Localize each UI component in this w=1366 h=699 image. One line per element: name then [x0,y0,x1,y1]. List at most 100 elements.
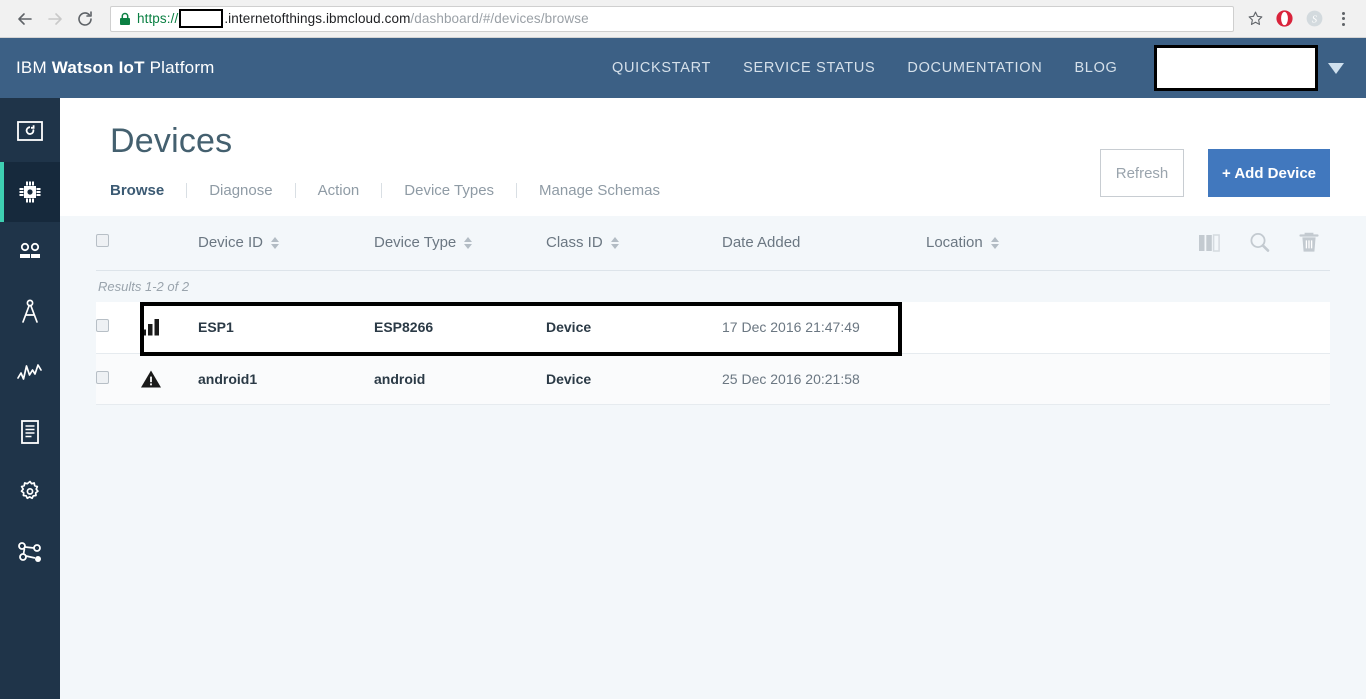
cell-class-id: Device [546,302,722,354]
nav-service-status[interactable]: SERVICE STATUS [743,60,875,76]
search-icon[interactable] [1248,231,1272,255]
status-icon-header [140,216,198,271]
compass-drafting-icon [19,299,41,325]
tab-manage-schemas[interactable]: Manage Schemas [516,183,682,198]
brand-bold: Watson IoT [51,58,145,77]
tab-device-types[interactable]: Device Types [381,183,516,198]
sidebar-item-dashboard[interactable] [0,102,60,162]
sort-arrows-icon[interactable] [464,236,473,249]
cell-row-actions [1116,353,1330,405]
browser-toolbar: https:// .internetofthings.ibmcloud.com/d… [0,0,1366,38]
skype-icon[interactable]: S [1300,5,1328,33]
column-header-date-added[interactable]: Date Added [722,216,926,271]
cell-device-id: ESP1 [198,302,374,354]
svg-text:S: S [1311,15,1317,26]
column-label-date-added: Date Added [722,234,801,252]
tab-browse[interactable]: Browse [110,183,186,198]
tab-diagnose[interactable]: Diagnose [186,183,294,198]
results-count: Results 1-2 of 2 [98,278,190,294]
table-row[interactable]: android1 android Device 25 Dec 2016 20:2… [96,353,1330,405]
table-tools [1116,231,1330,255]
tab-action[interactable]: Action [294,183,382,198]
add-device-button[interactable]: + Add Device [1208,149,1330,197]
url-text: https:// .internetofthings.ibmcloud.com/d… [137,9,589,28]
cell-device-type: android [374,353,546,405]
cell-device-type: ESP8266 [374,302,546,354]
row-checkbox-cell [96,302,140,354]
url-host: .internetofthings.ibmcloud.com [224,11,411,26]
page-header: Devices Browse Diagnose Action Device Ty… [60,98,1366,216]
address-bar[interactable]: https:// .internetofthings.ibmcloud.com/d… [110,5,1234,32]
sidebar-item-boards[interactable] [0,282,60,342]
chevron-down-icon[interactable] [1328,62,1344,74]
sidebar-item-extensions[interactable] [0,522,60,582]
star-icon[interactable] [1242,6,1268,32]
account-menu[interactable] [1154,38,1344,98]
cell-row-actions [1116,302,1330,354]
sidebar-item-members[interactable] [0,222,60,282]
app-header: IBM Watson IoT Platform QUICKSTART SERVI… [0,38,1366,98]
cell-device-id: android1 [198,353,374,405]
nav-documentation[interactable]: DOCUMENTATION [907,60,1042,76]
sort-arrows-icon[interactable] [990,236,999,249]
select-all-checkbox-cell [96,216,140,271]
analytics-pulse-icon [16,361,44,383]
brand-logo[interactable]: IBM Watson IoT Platform [16,58,215,78]
sort-arrows-icon[interactable] [610,236,619,249]
tabs-row: Browse Diagnose Action Device Types Mana… [110,149,1366,216]
column-label-device-id: Device ID [198,234,264,252]
header-actions: Refresh + Add Device [1100,149,1330,197]
trash-icon[interactable] [1298,231,1320,255]
dashboard-board-icon [17,121,43,143]
opera-extension-icon[interactable] [1270,5,1298,33]
cell-date-added: 25 Dec 2016 20:21:58 [722,353,926,405]
warning-triangle-icon [140,369,198,389]
table-row[interactable]: ESP1 ESP8266 Device 17 Dec 2016 21:47:49 [96,302,1330,356]
nav-blog[interactable]: BLOG [1074,60,1117,76]
gear-settings-icon [17,479,43,505]
forward-arrow-icon [40,4,70,34]
sidebar-item-analytics[interactable] [0,342,60,402]
sort-arrows-icon[interactable] [271,236,280,249]
network-share-icon [16,540,44,564]
column-header-location[interactable]: Location [926,216,1116,271]
row-status-icon-cell [140,302,902,356]
column-label-location: Location [926,234,983,252]
account-name-redaction-box [1154,45,1318,91]
sidebar-item-settings[interactable] [0,462,60,522]
browser-actions: S [1242,5,1356,33]
row-checkbox[interactable] [96,319,109,333]
url-scheme: https:// [137,11,179,26]
cell-class-id: Device [546,353,722,405]
cell-location [926,302,1116,354]
main-content: Devices Browse Diagnose Action Device Ty… [60,98,1366,699]
cell-location [926,353,1116,405]
back-arrow-icon[interactable] [10,4,40,34]
tab-list: Browse Diagnose Action Device Types Mana… [110,183,682,198]
table-header-row: Device ID Device Type Class ID Date Adde… [96,216,1330,271]
app-body: Devices Browse Diagnose Action Device Ty… [0,98,1366,699]
column-label-device-type: Device Type [374,234,457,252]
brand-prefix: IBM [16,58,52,77]
column-header-device-id[interactable]: Device ID [198,216,374,271]
row-checkbox[interactable] [96,370,109,384]
row-checkbox-cell [96,353,140,405]
sidebar-item-devices[interactable] [0,162,60,222]
cell-date-added: 17 Dec 2016 21:47:49 [722,302,926,354]
left-sidebar [0,98,60,699]
sidebar-item-logs[interactable] [0,402,60,462]
devices-table-area: Device ID Device Type Class ID Date Adde… [60,216,1366,699]
refresh-button[interactable]: Refresh [1100,149,1184,197]
url-path: /dashboard/#/devices/browse [410,11,589,26]
column-header-device-type[interactable]: Device Type [374,216,546,271]
url-redaction-box [179,9,224,28]
results-count-row: Results 1-2 of 2 [96,270,1330,302]
three-dot-menu-icon[interactable] [1330,5,1356,33]
chip-devices-icon [17,179,43,205]
columns-icon[interactable] [1198,233,1222,253]
nav-quickstart[interactable]: QUICKSTART [612,60,711,76]
select-all-checkbox[interactable] [96,234,109,248]
column-header-class-id[interactable]: Class ID [546,216,722,271]
row-status-icon-cell [140,353,198,405]
reload-icon[interactable] [70,4,100,34]
